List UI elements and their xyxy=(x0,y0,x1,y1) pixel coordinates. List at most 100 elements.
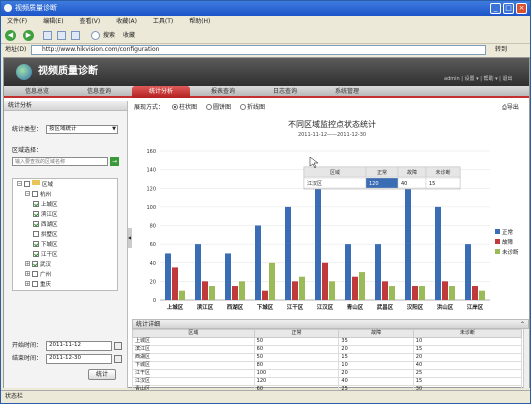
search-button[interactable]: 搜索 xyxy=(103,31,115,40)
maximize-button[interactable]: □ xyxy=(503,3,514,14)
tree-item[interactable]: 滨江区 xyxy=(33,210,58,220)
tree-checkbox[interactable] xyxy=(24,180,30,187)
menu-view[interactable]: 查看(V) xyxy=(79,18,100,25)
home-icon[interactable] xyxy=(71,31,80,40)
browser-window: 视频质量诊断 _ □ × 文件(F) 编辑(E) 查看(V) 收藏(A) 工具(… xyxy=(0,0,531,404)
table-scrollbar[interactable] xyxy=(523,329,529,388)
expand-icon[interactable]: + xyxy=(25,261,30,266)
mode-line-option[interactable]: 折线图 xyxy=(240,103,265,113)
menu-favorites[interactable]: 收藏(A) xyxy=(116,18,137,25)
tree-item[interactable]: 上城区 xyxy=(33,200,58,210)
tree-item[interactable]: − 杭州 xyxy=(25,190,51,200)
collapse-icon[interactable]: ⌃ xyxy=(520,320,525,329)
mode-bar-option[interactable]: 柱状图 xyxy=(172,103,197,113)
region-search-input[interactable] xyxy=(12,157,108,166)
tooltip-header: 区域 xyxy=(330,169,340,176)
minimize-button[interactable]: _ xyxy=(490,3,501,14)
tree-checkbox[interactable] xyxy=(33,250,39,257)
tree-checkbox[interactable] xyxy=(32,280,38,287)
bar-故障 xyxy=(352,276,358,300)
table-row[interactable]: 西湖区 50 15 20 xyxy=(132,353,523,362)
tree-item[interactable]: + 广州 xyxy=(25,270,51,280)
table-row[interactable]: 滨江区 60 20 15 xyxy=(132,345,523,354)
stat-button[interactable]: 统计 xyxy=(88,369,116,380)
column-header[interactable]: 未诊断 xyxy=(412,329,523,338)
menu-file[interactable]: 文件(F) xyxy=(7,18,27,25)
expand-icon[interactable]: + xyxy=(25,271,30,276)
tree-item[interactable]: 西湖区 xyxy=(33,220,58,230)
calendar-icon[interactable] xyxy=(114,342,122,350)
tree-checkbox[interactable] xyxy=(32,270,38,277)
favorites-button[interactable]: 收藏 xyxy=(123,31,135,40)
menu-tools[interactable]: 工具(T) xyxy=(153,18,173,25)
table-cell: 下城区 xyxy=(132,361,255,370)
table-cell: 10 xyxy=(412,337,523,346)
table-cell: 40 xyxy=(412,361,523,370)
calendar-icon[interactable] xyxy=(114,355,122,363)
close-button[interactable]: × xyxy=(516,3,527,14)
tree-item[interactable]: 江干区 xyxy=(33,250,58,260)
legend-swatch xyxy=(495,249,500,254)
tree-checkbox[interactable] xyxy=(32,190,38,197)
tooltip-value: 15 xyxy=(429,181,435,187)
table-row[interactable]: 江干区 100 20 25 xyxy=(132,369,523,378)
arrow-right-icon[interactable]: → xyxy=(110,157,119,166)
mode-pie-option[interactable]: 圆饼图 xyxy=(206,103,231,113)
address-bar: 地址(D) http://www.hikvision.com/configura… xyxy=(1,44,530,56)
collapse-icon[interactable]: − xyxy=(17,181,22,186)
export-button[interactable]: ⎙导出 xyxy=(502,103,519,113)
tree-item[interactable]: 下城区 xyxy=(33,240,58,250)
table-row[interactable]: 上城区 50 35 10 xyxy=(132,337,523,346)
menu-help[interactable]: 帮助(H) xyxy=(189,18,210,25)
column-header[interactable]: 正常 xyxy=(253,329,340,338)
tree-item[interactable]: − 区域 xyxy=(17,180,53,190)
refresh-icon[interactable] xyxy=(57,31,66,40)
nav-overview[interactable]: 信息总览 xyxy=(8,86,66,98)
end-time-input[interactable]: 2011-12-30 xyxy=(46,354,112,364)
forward-icon[interactable]: ▶ xyxy=(23,30,34,41)
tree-checkbox[interactable] xyxy=(32,260,38,267)
bar-未诊断 xyxy=(329,281,335,300)
tree-item[interactable]: + 重庆 xyxy=(25,280,51,290)
nav-statistics[interactable]: 统计分析 xyxy=(132,86,190,98)
bar-正常 xyxy=(405,188,411,300)
table-row[interactable]: 下城区 80 10 40 xyxy=(132,361,523,370)
table-cell: 60 xyxy=(253,345,340,354)
nav-report-query[interactable]: 报表查询 xyxy=(194,86,252,98)
tree-checkbox[interactable] xyxy=(33,210,39,217)
tree-item[interactable]: 拱墅区 xyxy=(33,230,58,240)
address-input[interactable]: http://www.hikvision.com/configuration xyxy=(31,45,486,55)
x-tick-label: 武昌区 xyxy=(377,303,394,311)
nav-info-query[interactable]: 信息查询 xyxy=(70,86,128,98)
nav-system[interactable]: 系统管理 xyxy=(318,86,376,98)
back-icon[interactable]: ◀ xyxy=(5,30,16,41)
tree-checkbox[interactable] xyxy=(33,200,39,207)
column-header[interactable]: 区域 xyxy=(132,329,255,338)
chevron-down-icon: ▼ xyxy=(112,126,116,132)
title-bar: 视频质量诊断 _ □ × xyxy=(1,1,530,16)
nav-log-query[interactable]: 日志查询 xyxy=(256,86,314,98)
user-links[interactable]: admin | 设置 ▾ | 帮助 ▾ | 退出 xyxy=(444,76,512,83)
collapse-icon[interactable]: − xyxy=(25,191,30,196)
tree-checkbox[interactable] xyxy=(33,240,39,247)
tooltip-header: 正常 xyxy=(377,169,387,176)
menu-edit[interactable]: 编辑(E) xyxy=(43,18,63,25)
start-time-input[interactable]: 2011-11-12 xyxy=(46,341,112,351)
mode-pie-label: 圆饼图 xyxy=(213,104,232,111)
expand-icon[interactable]: + xyxy=(25,281,30,286)
x-tick-label: 江汉区 xyxy=(317,303,334,311)
column-header[interactable]: 故障 xyxy=(338,329,414,338)
tree-item[interactable]: + 武汉 xyxy=(25,260,51,270)
table-row[interactable]: 江汉区 120 40 15 xyxy=(132,377,523,386)
tree-checkbox[interactable] xyxy=(33,230,39,237)
legend-swatch xyxy=(495,229,500,234)
tree-checkbox[interactable] xyxy=(33,220,39,227)
stat-type-select[interactable]: 按区域统计 ▼ xyxy=(46,125,118,134)
search-icon[interactable] xyxy=(91,31,100,40)
stop-icon[interactable] xyxy=(43,31,52,40)
go-button[interactable]: 转到 xyxy=(495,45,527,55)
bar-未诊断 xyxy=(449,286,455,300)
sidebar-section-title: 统计分析 xyxy=(4,101,127,111)
bar-chart: 不同区域监控点状态统计 2011-11-12——2011-12-30 0 20 40 60… xyxy=(146,119,519,311)
tree-item-label: 西湖区 xyxy=(41,222,58,228)
